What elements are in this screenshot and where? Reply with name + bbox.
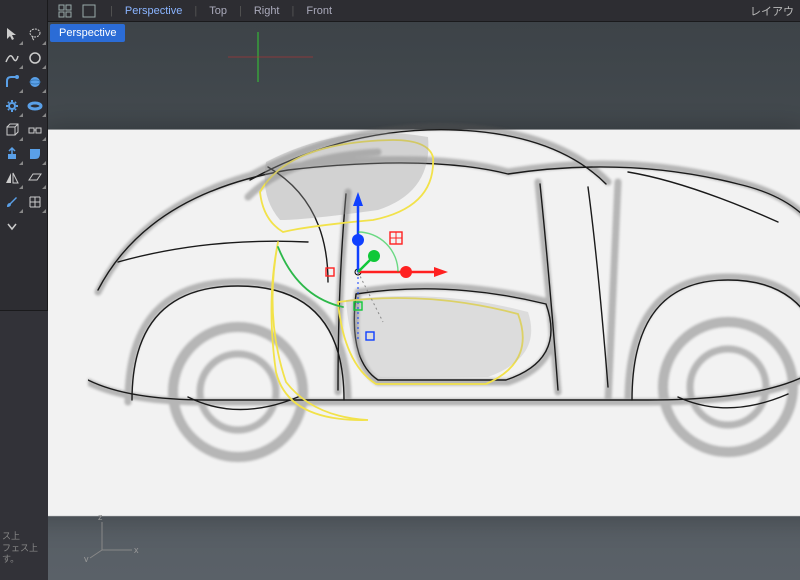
grid-tool[interactable] — [24, 190, 48, 214]
viewport-tabs-bar: | Perspective | Top | Right | Front レイアウ — [48, 0, 800, 22]
curve-tool[interactable] — [0, 46, 24, 70]
svg-text:z: z — [98, 512, 103, 522]
tab-top[interactable]: Top — [209, 5, 227, 17]
plane-tool[interactable] — [24, 166, 48, 190]
tab-front[interactable]: Front — [306, 5, 332, 17]
torus-tool[interactable] — [24, 94, 48, 118]
tab-perspective[interactable]: Perspective — [125, 5, 182, 17]
status-hint: ス上 フェス上 す。 — [2, 531, 38, 566]
box-tool[interactable] — [0, 118, 24, 142]
svg-text:y: y — [84, 554, 89, 562]
sphere-tool[interactable] — [24, 70, 48, 94]
cplane-axes — [198, 22, 318, 102]
svg-text:x: x — [134, 545, 139, 555]
world-axes-icon: z x y — [84, 512, 144, 562]
brush-tool[interactable] — [0, 190, 24, 214]
arrow-tool[interactable] — [0, 22, 24, 46]
tool-palette — [0, 0, 48, 580]
sweep-tool[interactable] — [24, 142, 48, 166]
gumball-manipulator[interactable] — [288, 172, 488, 372]
dropdown-tool[interactable] — [0, 214, 24, 238]
gear-tool[interactable] — [0, 94, 24, 118]
active-viewport-badge[interactable]: Perspective — [50, 24, 125, 42]
perspective-viewport[interactable]: z x y — [48, 22, 800, 580]
grid-toggle-icon[interactable] — [54, 2, 76, 20]
circle-tool[interactable] — [24, 46, 48, 70]
join-tool[interactable] — [24, 118, 48, 142]
tab-right[interactable]: Right — [254, 5, 280, 17]
empty-slot — [24, 214, 48, 238]
single-view-icon[interactable] — [78, 2, 100, 20]
layout-label: レイアウ — [750, 3, 794, 19]
separator: | — [110, 5, 113, 17]
extrude-tool[interactable] — [0, 142, 24, 166]
mirror-tool[interactable] — [0, 166, 24, 190]
fillet-tool[interactable] — [0, 70, 24, 94]
lasso-tool[interactable] — [24, 22, 48, 46]
